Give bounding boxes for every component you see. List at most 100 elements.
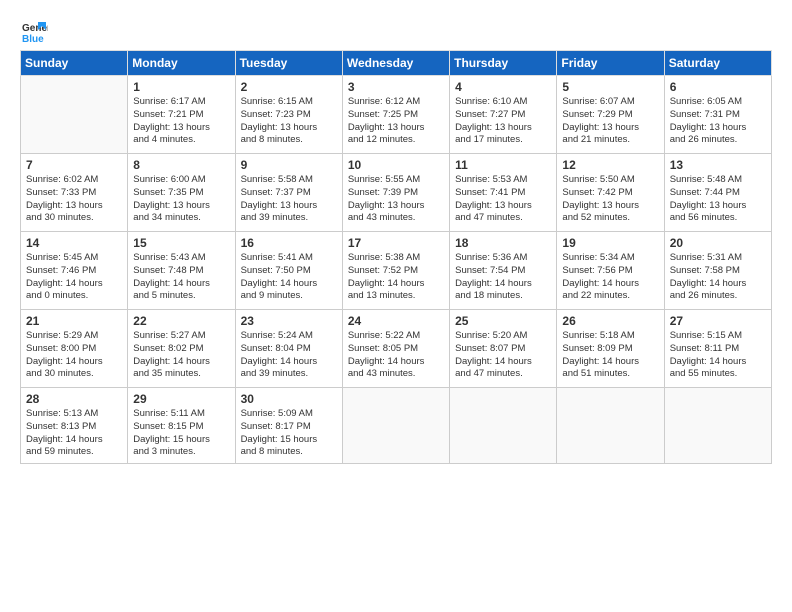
day-number: 21 bbox=[26, 314, 122, 328]
calendar-cell: 26 Sunrise: 5:18 AMSunset: 8:09 PMDayligh… bbox=[557, 310, 664, 388]
day-number: 27 bbox=[670, 314, 766, 328]
day-info: Sunrise: 6:15 AMSunset: 7:23 PMDaylight:… bbox=[241, 96, 337, 147]
col-header-tuesday: Tuesday bbox=[235, 51, 342, 76]
day-info: Sunrise: 5:22 AMSunset: 8:05 PMDaylight:… bbox=[348, 330, 444, 381]
calendar-cell: 18 Sunrise: 5:36 AMSunset: 7:54 PMDayligh… bbox=[450, 232, 557, 310]
day-info: Sunrise: 5:24 AMSunset: 8:04 PMDaylight:… bbox=[241, 330, 337, 381]
calendar-cell: 7Sunrise: 6:02 AMSunset: 7:33 PMDaylight… bbox=[21, 154, 128, 232]
calendar-cell: 29 Sunrise: 5:11 AMSunset: 8:15 PMDayligh… bbox=[128, 388, 235, 464]
calendar-cell: 30 Sunrise: 5:09 AMSunset: 8:17 PMDayligh… bbox=[235, 388, 342, 464]
day-number: 16 bbox=[241, 236, 337, 250]
day-info: Sunrise: 5:18 AMSunset: 8:09 PMDaylight:… bbox=[562, 330, 658, 381]
calendar-cell: 6 Sunrise: 6:05 AMSunset: 7:31 PMDaylight… bbox=[664, 76, 771, 154]
calendar-cell bbox=[21, 76, 128, 154]
day-number: 8 bbox=[133, 158, 229, 172]
day-number: 2 bbox=[241, 80, 337, 94]
day-info: Sunrise: 5:20 AMSunset: 8:07 PMDaylight:… bbox=[455, 330, 551, 381]
day-info: Sunrise: 6:05 AMSunset: 7:31 PMDaylight:… bbox=[670, 96, 766, 147]
calendar-cell: 14 Sunrise: 5:45 AMSunset: 7:46 PMDayligh… bbox=[21, 232, 128, 310]
day-info: Sunrise: 5:11 AMSunset: 8:15 PMDaylight:… bbox=[133, 408, 229, 459]
day-info: Sunrise: 5:31 AMSunset: 7:58 PMDaylight:… bbox=[670, 252, 766, 303]
calendar-cell: 15 Sunrise: 5:43 AMSunset: 7:48 PMDayligh… bbox=[128, 232, 235, 310]
calendar-cell bbox=[557, 388, 664, 464]
calendar-cell: 11 Sunrise: 5:53 AMSunset: 7:41 PMDayligh… bbox=[450, 154, 557, 232]
calendar-cell: 10 Sunrise: 5:55 AMSunset: 7:39 PMDayligh… bbox=[342, 154, 449, 232]
day-number: 3 bbox=[348, 80, 444, 94]
logo-icon: General Blue bbox=[20, 18, 48, 46]
calendar-cell: 1 Sunrise: 6:17 AMSunset: 7:21 PMDaylight… bbox=[128, 76, 235, 154]
day-info: Sunrise: 6:17 AMSunset: 7:21 PMDaylight:… bbox=[133, 96, 229, 147]
day-info: Sunrise: 5:58 AMSunset: 7:37 PMDaylight:… bbox=[241, 174, 337, 225]
day-info: Sunrise: 6:07 AMSunset: 7:29 PMDaylight:… bbox=[562, 96, 658, 147]
calendar-cell: 19 Sunrise: 5:34 AMSunset: 7:56 PMDayligh… bbox=[557, 232, 664, 310]
col-header-thursday: Thursday bbox=[450, 51, 557, 76]
col-header-wednesday: Wednesday bbox=[342, 51, 449, 76]
day-number: 29 bbox=[133, 392, 229, 406]
day-number: 13 bbox=[670, 158, 766, 172]
day-info: Sunrise: 5:15 AMSunset: 8:11 PMDaylight:… bbox=[670, 330, 766, 381]
day-number: 25 bbox=[455, 314, 551, 328]
day-info: Sunrise: 5:41 AMSunset: 7:50 PMDaylight:… bbox=[241, 252, 337, 303]
logo: General Blue bbox=[20, 18, 48, 46]
day-info: Sunrise: 5:38 AMSunset: 7:52 PMDaylight:… bbox=[348, 252, 444, 303]
calendar-cell: 20 Sunrise: 5:31 AMSunset: 7:58 PMDayligh… bbox=[664, 232, 771, 310]
main-container: General Blue SundayMondayTuesdayWednesda… bbox=[0, 0, 792, 474]
calendar-cell: 17 Sunrise: 5:38 AMSunset: 7:52 PMDayligh… bbox=[342, 232, 449, 310]
col-header-saturday: Saturday bbox=[664, 51, 771, 76]
day-number: 20 bbox=[670, 236, 766, 250]
day-number: 19 bbox=[562, 236, 658, 250]
day-info: Sunrise: 5:43 AMSunset: 7:48 PMDaylight:… bbox=[133, 252, 229, 303]
day-number: 10 bbox=[348, 158, 444, 172]
calendar-table: SundayMondayTuesdayWednesdayThursdayFrid… bbox=[20, 50, 772, 464]
day-number: 4 bbox=[455, 80, 551, 94]
day-info: Sunrise: 5:27 AMSunset: 8:02 PMDaylight:… bbox=[133, 330, 229, 381]
day-info: Sunrise: 5:36 AMSunset: 7:54 PMDaylight:… bbox=[455, 252, 551, 303]
calendar-cell: 25 Sunrise: 5:20 AMSunset: 8:07 PMDayligh… bbox=[450, 310, 557, 388]
day-number: 11 bbox=[455, 158, 551, 172]
calendar-cell bbox=[664, 388, 771, 464]
calendar-cell: 5 Sunrise: 6:07 AMSunset: 7:29 PMDaylight… bbox=[557, 76, 664, 154]
day-number: 5 bbox=[562, 80, 658, 94]
day-number: 15 bbox=[133, 236, 229, 250]
calendar-cell: 9Sunrise: 5:58 AMSunset: 7:37 PMDaylight… bbox=[235, 154, 342, 232]
day-info: Sunrise: 6:02 AMSunset: 7:33 PMDaylight:… bbox=[26, 174, 122, 225]
calendar-cell: 13 Sunrise: 5:48 AMSunset: 7:44 PMDayligh… bbox=[664, 154, 771, 232]
day-number: 6 bbox=[670, 80, 766, 94]
day-info: Sunrise: 5:55 AMSunset: 7:39 PMDaylight:… bbox=[348, 174, 444, 225]
calendar-cell: 28 Sunrise: 5:13 AMSunset: 8:13 PMDayligh… bbox=[21, 388, 128, 464]
day-number: 17 bbox=[348, 236, 444, 250]
day-info: Sunrise: 5:45 AMSunset: 7:46 PMDaylight:… bbox=[26, 252, 122, 303]
calendar-cell: 2 Sunrise: 6:15 AMSunset: 7:23 PMDaylight… bbox=[235, 76, 342, 154]
col-header-friday: Friday bbox=[557, 51, 664, 76]
day-info: Sunrise: 5:53 AMSunset: 7:41 PMDaylight:… bbox=[455, 174, 551, 225]
day-number: 30 bbox=[241, 392, 337, 406]
calendar-cell: 27 Sunrise: 5:15 AMSunset: 8:11 PMDayligh… bbox=[664, 310, 771, 388]
day-number: 28 bbox=[26, 392, 122, 406]
day-number: 18 bbox=[455, 236, 551, 250]
calendar-cell: 21 Sunrise: 5:29 AMSunset: 8:00 PMDayligh… bbox=[21, 310, 128, 388]
calendar-cell: 24Sunrise: 5:22 AMSunset: 8:05 PMDayligh… bbox=[342, 310, 449, 388]
col-header-monday: Monday bbox=[128, 51, 235, 76]
day-info: Sunrise: 5:29 AMSunset: 8:00 PMDaylight:… bbox=[26, 330, 122, 381]
calendar-cell: 4 Sunrise: 6:10 AMSunset: 7:27 PMDaylight… bbox=[450, 76, 557, 154]
day-number: 23 bbox=[241, 314, 337, 328]
calendar-cell bbox=[450, 388, 557, 464]
calendar-cell: 12 Sunrise: 5:50 AMSunset: 7:42 PMDayligh… bbox=[557, 154, 664, 232]
calendar-cell: 23 Sunrise: 5:24 AMSunset: 8:04 PMDayligh… bbox=[235, 310, 342, 388]
day-number: 14 bbox=[26, 236, 122, 250]
day-number: 12 bbox=[562, 158, 658, 172]
calendar-cell bbox=[342, 388, 449, 464]
day-number: 22 bbox=[133, 314, 229, 328]
calendar-cell: 16 Sunrise: 5:41 AMSunset: 7:50 PMDayligh… bbox=[235, 232, 342, 310]
day-info: Sunrise: 5:34 AMSunset: 7:56 PMDaylight:… bbox=[562, 252, 658, 303]
day-info: Sunrise: 6:00 AMSunset: 7:35 PMDaylight:… bbox=[133, 174, 229, 225]
day-info: Sunrise: 5:50 AMSunset: 7:42 PMDaylight:… bbox=[562, 174, 658, 225]
day-info: Sunrise: 6:12 AMSunset: 7:25 PMDaylight:… bbox=[348, 96, 444, 147]
day-info: Sunrise: 6:10 AMSunset: 7:27 PMDaylight:… bbox=[455, 96, 551, 147]
day-number: 1 bbox=[133, 80, 229, 94]
calendar-cell: 3 Sunrise: 6:12 AMSunset: 7:25 PMDaylight… bbox=[342, 76, 449, 154]
day-info: Sunrise: 5:48 AMSunset: 7:44 PMDaylight:… bbox=[670, 174, 766, 225]
day-info: Sunrise: 5:13 AMSunset: 8:13 PMDaylight:… bbox=[26, 408, 122, 459]
day-info: Sunrise: 5:09 AMSunset: 8:17 PMDaylight:… bbox=[241, 408, 337, 459]
day-number: 26 bbox=[562, 314, 658, 328]
